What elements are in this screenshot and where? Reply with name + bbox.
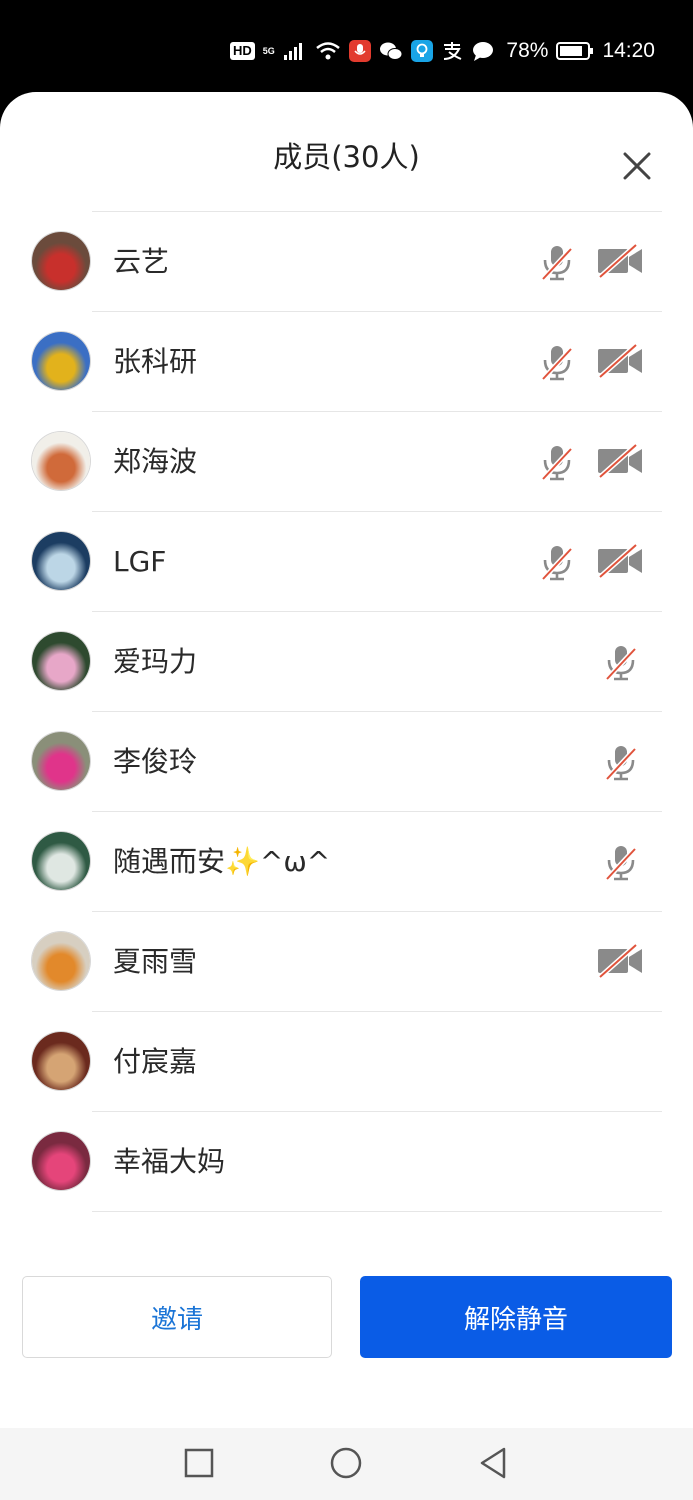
unmute-all-button[interactable]: 解除静音 (360, 1276, 672, 1358)
wechat-icon (379, 42, 403, 60)
hd-badge: HD (230, 42, 255, 60)
member-name: 夏雨雪 (113, 945, 198, 978)
clock: 14:20 (602, 39, 655, 62)
member-name: 李俊玲 (113, 745, 198, 778)
member-row[interactable]: 爱玛力 (0, 612, 693, 712)
member-name: 张科研 (113, 345, 198, 378)
member-name: 云艺 (113, 245, 170, 278)
avatar (32, 532, 90, 590)
camera-off-icon (596, 443, 644, 482)
member-row-partial (0, 202, 693, 212)
battery-icon (556, 42, 594, 60)
mic-muted-icon (540, 444, 574, 486)
member-name: 付宸嘉 (113, 1045, 198, 1078)
network-type: 5G (262, 45, 275, 56)
mic-muted-icon (540, 244, 574, 286)
member-name: LGF (113, 545, 167, 578)
camera-off-icon (596, 343, 644, 382)
mic-muted-icon (540, 544, 574, 586)
signal-icon (283, 43, 302, 60)
avatar (32, 1132, 90, 1190)
member-row[interactable]: LGF (0, 512, 693, 612)
camera-off-icon (596, 543, 644, 582)
member-row[interactable]: 幸福大妈 (0, 1112, 693, 1212)
back-icon[interactable] (477, 1446, 509, 1480)
avatar (32, 232, 90, 290)
battery-percent: 78% (506, 39, 549, 62)
close-icon[interactable] (621, 150, 653, 182)
member-name: 随遇而安✨^ω^ (113, 845, 331, 878)
invite-button[interactable]: 邀请 (22, 1276, 332, 1358)
member-row[interactable]: 李俊玲 (0, 712, 693, 812)
recorder-app-icon (348, 40, 371, 62)
member-row[interactable]: 张科研 (0, 312, 693, 412)
camera-off-icon (596, 243, 644, 282)
member-row[interactable]: 云艺 (0, 212, 693, 312)
row-divider (92, 1211, 662, 1212)
mic-muted-icon (604, 844, 638, 886)
navigation-bar (0, 1428, 693, 1500)
member-row[interactable]: 付宸嘉 (0, 1012, 693, 1112)
members-panel: 成员(30人) 云艺 张科研 郑海波 LGF 爱玛力 李俊玲 随遇而安✨^ω^ … (0, 92, 693, 1428)
recent-apps-icon[interactable] (183, 1446, 215, 1480)
message-icon (472, 42, 493, 61)
camera-off-icon (596, 943, 644, 982)
member-row[interactable]: 夏雨雪 (0, 912, 693, 1012)
panel-title: 成员(30人) (273, 140, 420, 174)
member-row[interactable]: 随遇而安✨^ω^ (0, 812, 693, 912)
member-list[interactable]: 云艺 张科研 郑海波 LGF 爱玛力 李俊玲 随遇而安✨^ω^ 夏雨雪 付宸嘉 … (0, 202, 693, 1245)
mic-muted-icon (604, 744, 638, 786)
member-row[interactable]: 郑海波 (0, 412, 693, 512)
avatar (32, 432, 90, 490)
status-bar: HD 5G 78% 14:20 (0, 0, 693, 100)
tips-app-icon (410, 40, 433, 62)
avatar (32, 632, 90, 690)
status-right: 78% 14:20 (506, 36, 655, 66)
wifi-icon (316, 42, 340, 60)
avatar (32, 1032, 90, 1090)
mic-muted-icon (540, 344, 574, 386)
member-name: 爱玛力 (113, 645, 198, 678)
member-name: 郑海波 (113, 445, 198, 478)
mic-muted-icon (604, 644, 638, 686)
avatar (32, 832, 90, 890)
avatar (32, 732, 90, 790)
avatar (32, 932, 90, 990)
status-icons: HD 5G (230, 36, 495, 66)
home-icon[interactable] (329, 1446, 363, 1480)
member-name: 幸福大妈 (113, 1145, 226, 1178)
alipay-icon (443, 42, 462, 60)
avatar (32, 332, 90, 390)
